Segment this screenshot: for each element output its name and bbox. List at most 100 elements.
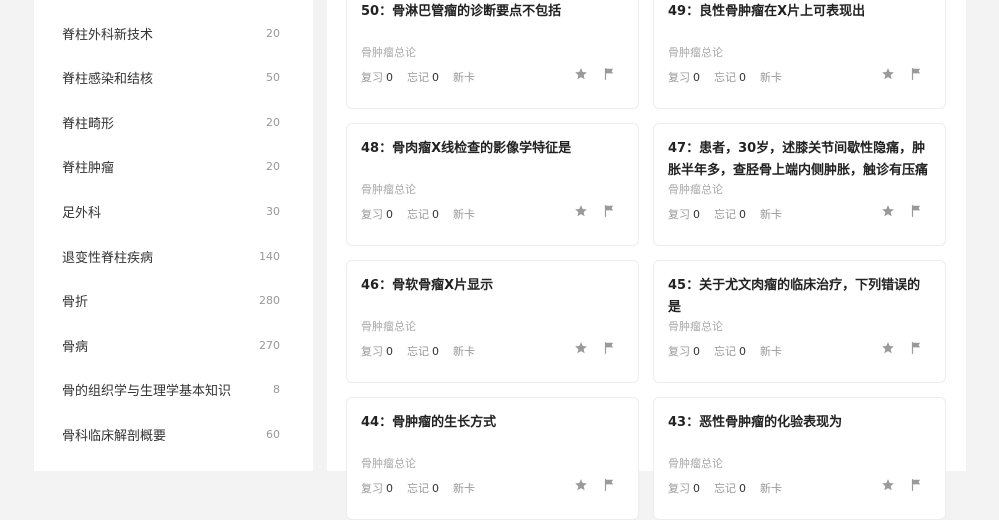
card-title: 44：骨肿瘤的生长方式 xyxy=(361,415,497,430)
review-stat: 复习 0 xyxy=(668,69,700,85)
flag-icon[interactable] xyxy=(909,67,923,81)
star-icon[interactable] xyxy=(574,67,588,81)
forget-label: 忘记 xyxy=(407,71,429,84)
new-card-stat: 新卡 xyxy=(453,208,475,221)
card-actions xyxy=(881,204,923,218)
flag-icon[interactable] xyxy=(909,478,923,492)
sidebar-item-label: 退变性脊柱疾病 xyxy=(62,250,154,266)
card-actions xyxy=(881,341,923,355)
sidebar-item-count: 270 xyxy=(259,338,280,352)
question-card[interactable]: 47：患者，30岁，述膝关节间歇性隐痛，肿胀半年多，查胫骨上端内侧肿胀，触诊有压… xyxy=(653,123,946,246)
forget-label: 忘记 xyxy=(407,345,429,358)
sidebar-item-count: 20 xyxy=(266,115,280,129)
new-card-stat: 新卡 xyxy=(760,208,782,221)
sidebar-item-count: 60 xyxy=(266,427,280,441)
star-icon[interactable] xyxy=(574,341,588,355)
sidebar-item-label: 足外科 xyxy=(62,205,102,221)
star-icon[interactable] xyxy=(881,204,895,218)
flag-icon[interactable] xyxy=(602,478,616,492)
sidebar-item[interactable]: 脊柱感染和结核 50 xyxy=(34,56,313,100)
review-count: 0 xyxy=(386,482,393,495)
star-icon[interactable] xyxy=(881,341,895,355)
card-stats: 复习 0 忘记 0 新卡 xyxy=(361,480,475,496)
forget-stat: 忘记 0 xyxy=(714,69,746,85)
star-icon[interactable] xyxy=(881,478,895,492)
forget-stat: 忘记 0 xyxy=(407,343,439,359)
card-title: 46：骨软骨瘤X片显示 xyxy=(361,278,494,293)
question-card[interactable]: 49：良性骨肿瘤在X片上可表现出 骨肿瘤总论 复习 0 忘记 0 新卡 xyxy=(653,0,946,109)
sidebar-item[interactable]: 退变性脊柱疾病 140 xyxy=(34,234,313,278)
sidebar-item[interactable]: 骨科临床解剖概要 60 xyxy=(34,412,313,456)
flag-icon[interactable] xyxy=(602,67,616,81)
question-card[interactable]: 50：骨淋巴管瘤的诊断要点不包括 骨肿瘤总论 复习 0 忘记 0 新卡 xyxy=(346,0,639,109)
question-card[interactable]: 43：恶性骨肿瘤的化验表现为 骨肿瘤总论 复习 0 忘记 0 新卡 xyxy=(653,397,946,520)
question-card[interactable]: 46：骨软骨瘤X片显示 骨肿瘤总论 复习 0 忘记 0 新卡 xyxy=(346,260,639,383)
new-card-stat: 新卡 xyxy=(760,482,782,495)
review-stat: 复习 0 xyxy=(361,206,393,222)
star-icon[interactable] xyxy=(881,67,895,81)
flag-icon[interactable] xyxy=(602,341,616,355)
forget-label: 忘记 xyxy=(407,482,429,495)
review-count: 0 xyxy=(693,71,700,84)
sidebar-item[interactable]: 脊柱肿瘤 20 xyxy=(34,145,313,189)
sidebar-item[interactable]: 足外科 30 xyxy=(34,189,313,233)
review-count: 0 xyxy=(386,71,393,84)
new-card-stat: 新卡 xyxy=(760,71,782,84)
card-actions xyxy=(881,478,923,492)
forget-count: 0 xyxy=(432,345,439,358)
card-title: 43：恶性骨肿瘤的化验表现为 xyxy=(668,415,843,430)
question-card[interactable]: 48：骨肉瘤X线检查的影像学特征是 骨肿瘤总论复习 0 忘记 0 新卡 xyxy=(346,123,639,246)
card-grid: 50：骨淋巴管瘤的诊断要点不包括 骨肿瘤总论 复习 0 忘记 0 新卡 49：良性骨肿瘤在X片… xyxy=(327,0,966,520)
card-category: 骨肿瘤总论 xyxy=(668,46,723,59)
card-category: 骨肿瘤总论 xyxy=(668,457,723,470)
flag-icon[interactable] xyxy=(602,204,616,218)
forget-count: 0 xyxy=(432,71,439,84)
sidebar-item[interactable]: 骨的组织学与生理学基本知识 8 xyxy=(34,368,313,412)
forget-label: 忘记 xyxy=(714,482,736,495)
review-label: 复习 xyxy=(361,71,383,84)
sidebar-item-label: 骨病 xyxy=(62,339,89,355)
card-title: 48：骨肉瘤X线检查的影像学特征是 xyxy=(361,141,572,156)
question-card[interactable]: 45：关于尤文肉瘤的临床治疗，下列错误的是 骨肿瘤总论 复习 0 忘记 0 新卡 xyxy=(653,260,946,383)
new-card-stat: 新卡 xyxy=(453,71,475,84)
sidebar-item-count: 20 xyxy=(266,160,280,174)
sidebar-item[interactable]: 骨病 270 xyxy=(34,323,313,367)
sidebar-item-count: 20 xyxy=(266,26,280,40)
card-stats: 复习 0 忘记 0 新卡 xyxy=(668,480,782,496)
forget-label: 忘记 xyxy=(714,345,736,358)
question-card[interactable]: 44：骨肿瘤的生长方式 骨肿瘤总论 复习 0 忘记 0 新卡 xyxy=(346,397,639,520)
star-icon[interactable] xyxy=(574,478,588,492)
flag-icon[interactable] xyxy=(909,341,923,355)
sidebar-item[interactable]: 脊柱畸形 20 xyxy=(34,100,313,144)
card-stats: 复习 0 忘记 0 新卡 xyxy=(668,69,782,85)
card-stats: 复习 0 忘记 0 新卡 xyxy=(361,206,475,222)
card-stats: 复习 0 忘记 0 新卡 xyxy=(668,206,782,222)
review-stat: 复习 0 xyxy=(668,343,700,359)
review-label: 复习 xyxy=(668,482,690,495)
star-icon[interactable] xyxy=(574,204,588,218)
sidebar-item-label: 骨的组织学与生理学基本知识 xyxy=(62,384,232,400)
sidebar-item[interactable]: 骨折 280 xyxy=(34,279,313,323)
new-card-stat: 新卡 xyxy=(453,482,475,495)
forget-label: 忘记 xyxy=(714,208,736,221)
forget-count: 0 xyxy=(739,345,746,358)
sidebar-item-label: 脊柱畸形 xyxy=(62,116,115,132)
card-title: 47：患者，30岁，述膝关节间歇性隐痛，肿胀半年多，查胫骨上端内侧肿胀，触诊有压… xyxy=(668,141,929,178)
card-category: 骨肿瘤总论 xyxy=(361,457,416,470)
forget-stat: 忘记 0 xyxy=(407,480,439,496)
card-category: 骨肿瘤总论 xyxy=(361,320,416,333)
card-category: 骨肿瘤总论 xyxy=(361,46,416,59)
card-actions xyxy=(574,204,616,218)
flag-icon[interactable] xyxy=(909,204,923,218)
card-category: 骨肿瘤总论 xyxy=(361,183,416,196)
card-category: 骨肿瘤总论 xyxy=(668,183,723,196)
card-actions xyxy=(574,67,616,81)
review-stat: 复习 0 xyxy=(361,480,393,496)
sidebar-item-label: 脊柱感染和结核 xyxy=(62,72,154,88)
sidebar-item[interactable]: 脊柱外科新技术 20 xyxy=(34,11,313,55)
card-title: 45：关于尤文肉瘤的临床治疗，下列错误的是 xyxy=(668,278,921,315)
review-label: 复习 xyxy=(668,345,690,358)
forget-stat: 忘记 0 xyxy=(714,480,746,496)
forget-stat: 忘记 0 xyxy=(407,206,439,222)
sidebar-item-label: 脊柱肿瘤 xyxy=(62,161,115,177)
